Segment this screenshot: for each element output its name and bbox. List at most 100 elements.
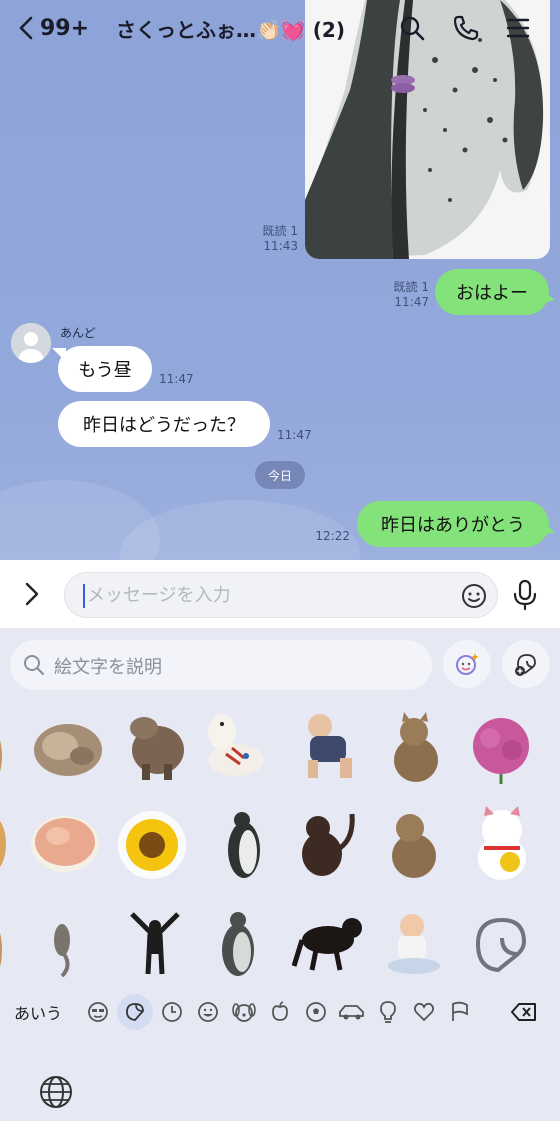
- back-chevron-icon: [19, 16, 33, 40]
- category-face[interactable]: [80, 994, 116, 1030]
- apple-icon: [272, 1001, 288, 1021]
- category-flags[interactable]: [442, 994, 478, 1030]
- timestamp: 11:47: [394, 295, 429, 309]
- their-message-bubble[interactable]: 昨日はどうだった？: [58, 401, 270, 447]
- face-icon: [88, 1002, 108, 1022]
- message-text: もう昼: [78, 360, 132, 381]
- sticker-person-silhouette[interactable]: [130, 912, 180, 976]
- read-receipt: 既読 1: [262, 224, 298, 238]
- menu-icon: [506, 18, 530, 38]
- microphone-icon[interactable]: [510, 578, 540, 612]
- sticker-penguin[interactable]: [220, 806, 266, 882]
- chat-header: 99+ さくっとふぉ…👏🏻💓 (2): [0, 0, 560, 56]
- sticker-partial[interactable]: [0, 910, 8, 980]
- search-button[interactable]: [396, 12, 428, 44]
- message-meta: 既読 1 11:47: [394, 280, 429, 310]
- backspace-icon: [511, 1003, 536, 1021]
- menu-button[interactable]: [502, 12, 534, 44]
- their-message-bubble[interactable]: もう昼: [52, 346, 152, 392]
- sticker-category-bar: あいう: [0, 992, 560, 1032]
- message-meta: 既読 1 11:43: [263, 224, 298, 254]
- category-smileys[interactable]: [190, 994, 226, 1030]
- sticker-add-icon: [515, 654, 536, 676]
- car-icon: [339, 1005, 364, 1020]
- sticker-capybara[interactable]: [124, 708, 190, 784]
- sticker-baby-crawling[interactable]: [300, 710, 360, 782]
- sparkle-face-icon: [456, 653, 479, 675]
- category-animals[interactable]: [226, 994, 262, 1030]
- soccer-icon: [306, 1002, 326, 1022]
- default-avatar-icon: [11, 323, 51, 363]
- sticker-tabby-cat-sitting[interactable]: [390, 710, 442, 784]
- avatar[interactable]: [11, 323, 51, 363]
- timestamp: 11:43: [263, 239, 298, 253]
- my-message-bubble[interactable]: おはよー: [435, 269, 555, 315]
- sticker-lemur[interactable]: [50, 910, 76, 980]
- read-receipt: 既読 1: [393, 280, 429, 294]
- message-input-bar: [0, 560, 560, 628]
- search-icon: [24, 655, 45, 676]
- message-input[interactable]: [87, 573, 447, 617]
- expand-button[interactable]: [18, 580, 46, 608]
- sticker-maneki-neko[interactable]: [470, 806, 532, 882]
- bubble-tail: [541, 291, 555, 305]
- sticker-snake-figurine[interactable]: [200, 710, 266, 780]
- sticker-black-cat-lying[interactable]: [292, 910, 366, 972]
- category-recent[interactable]: [154, 994, 190, 1030]
- message-text: 昨日はありがとう: [381, 515, 525, 536]
- chat-title[interactable]: さくっとふぉ…👏🏻💓 (2): [116, 14, 345, 43]
- keyboard-switch-button[interactable]: あいう: [14, 1000, 62, 1024]
- message-text: 昨日はどうだった？: [83, 415, 245, 436]
- chevron-right-icon: [25, 582, 39, 606]
- date-separator: 今日: [255, 461, 305, 489]
- emoji-smile-icon[interactable]: [461, 583, 487, 609]
- unread-count: 99+: [40, 15, 90, 41]
- category-activity[interactable]: [298, 994, 334, 1030]
- ai-emoji-button[interactable]: [443, 640, 491, 688]
- timestamp: 12:22: [315, 529, 350, 543]
- sticker-panel: 絵文字を説明 あいう: [0, 628, 560, 1121]
- sticker-partial[interactable]: [0, 808, 14, 878]
- heart-icon: [413, 1002, 435, 1022]
- search-icon: [400, 16, 425, 41]
- message-input-box[interactable]: [64, 572, 498, 618]
- sticker-sleeping-cat[interactable]: [30, 712, 106, 782]
- category-food[interactable]: [262, 994, 298, 1030]
- bubble-tail: [541, 523, 555, 537]
- sticker-sunflower[interactable]: [117, 810, 187, 880]
- category-travel[interactable]: [334, 994, 370, 1030]
- sender-name: あんど: [60, 326, 96, 340]
- message-text: おはよー: [456, 283, 528, 304]
- category-symbols[interactable]: [406, 994, 442, 1030]
- back-button[interactable]: 99+: [18, 10, 89, 46]
- clock-icon: [162, 1002, 182, 1022]
- smiley-icon: [198, 1002, 218, 1022]
- globe-icon[interactable]: [38, 1074, 74, 1110]
- timestamp: 11:47: [277, 428, 312, 442]
- bubble-tail: [52, 348, 66, 362]
- sticker-hydrangea[interactable]: [466, 714, 536, 784]
- my-message-bubble[interactable]: 昨日はありがとう: [357, 501, 555, 547]
- phone-icon: [453, 15, 479, 41]
- chat-area[interactable]: 既読 1 11:43 既読 1 11:47 おはよー あんど もう昼 11:47…: [0, 0, 560, 560]
- emoji-search-placeholder: 絵文字を説明: [54, 657, 162, 678]
- add-sticker-button[interactable]: [502, 640, 550, 688]
- call-button[interactable]: [450, 12, 482, 44]
- backspace-button[interactable]: [506, 994, 542, 1030]
- sticker-baby-sitting[interactable]: [384, 910, 446, 976]
- category-sticker[interactable]: [117, 994, 153, 1030]
- sticker-icon[interactable]: [470, 914, 532, 976]
- emoji-search-field[interactable]: 絵文字を説明: [10, 640, 432, 690]
- sticker-icon: [126, 1003, 144, 1021]
- sticker-black-cat[interactable]: [296, 808, 358, 880]
- sticker-penguin-standing[interactable]: [216, 906, 262, 978]
- timestamp: 11:47: [159, 372, 194, 386]
- bulb-icon: [380, 1001, 396, 1023]
- sticker-partial[interactable]: [0, 716, 10, 786]
- dog-icon: [232, 1003, 256, 1022]
- flag-icon: [452, 1001, 468, 1021]
- sticker-bread[interactable]: [28, 810, 102, 876]
- text-caret: [83, 584, 85, 608]
- category-objects[interactable]: [370, 994, 406, 1030]
- sticker-tabby-cat[interactable]: [386, 806, 440, 880]
